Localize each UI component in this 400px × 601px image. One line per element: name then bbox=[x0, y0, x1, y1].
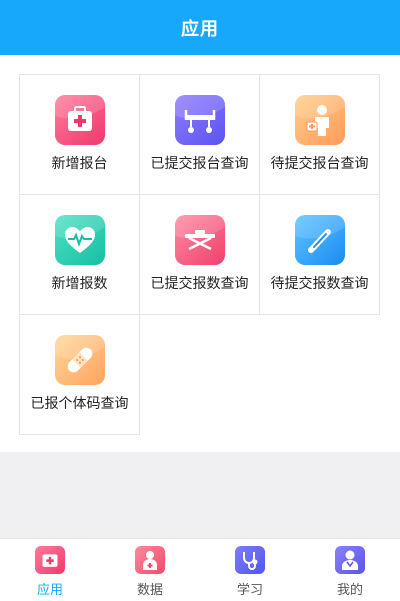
app-item-add-report-station[interactable]: 新增报台 bbox=[20, 75, 140, 195]
app-label: 已提交报台查询 bbox=[150, 156, 249, 172]
medical-kit-icon bbox=[35, 546, 65, 574]
app-item-add-report-count[interactable]: 新增报数 bbox=[20, 195, 140, 315]
tab-learning[interactable]: 学习 bbox=[200, 539, 300, 601]
heartbeat-icon bbox=[55, 215, 105, 265]
app-item-reported-code-query[interactable]: 已报个体码查询 bbox=[20, 315, 140, 435]
app-item-submitted-station-query[interactable]: 已提交报台查询 bbox=[140, 75, 260, 195]
medical-kit-icon bbox=[55, 95, 105, 145]
stethoscope-icon bbox=[235, 546, 265, 574]
bandage-icon bbox=[55, 335, 105, 385]
app-item-pending-count-query[interactable]: 待提交报数查询 bbox=[260, 195, 380, 315]
app-label: 新增报台 bbox=[51, 156, 108, 172]
gurney-icon bbox=[175, 95, 225, 145]
app-label: 已提交报数查询 bbox=[150, 276, 249, 292]
tab-profile[interactable]: 我的 bbox=[300, 539, 400, 601]
nurse-icon bbox=[135, 546, 165, 574]
page-title: 应用 bbox=[181, 18, 219, 40]
tab-data[interactable]: 数据 bbox=[100, 539, 200, 601]
tab-apps[interactable]: 应用 bbox=[0, 539, 100, 601]
app-label: 新增报数 bbox=[51, 276, 108, 292]
app-item-pending-station-query[interactable]: 待提交报台查询 bbox=[260, 75, 380, 195]
app-label: 待提交报数查询 bbox=[270, 276, 369, 292]
thermometer-icon bbox=[295, 215, 345, 265]
tab-label: 我的 bbox=[336, 583, 363, 598]
bottom-tab-bar: 应用 数据 学习 我的 bbox=[0, 538, 400, 601]
app-grid-panel: 新增报台 已提交报台查询 待提交报台查询 新增报数 已提交报数查询 待提交报数查… bbox=[0, 55, 400, 452]
doctor-icon bbox=[335, 546, 365, 574]
stretcher-icon bbox=[175, 215, 225, 265]
app-item-submitted-count-query[interactable]: 已提交报数查询 bbox=[140, 195, 260, 315]
app-grid: 新增报台 已提交报台查询 待提交报台查询 新增报数 已提交报数查询 待提交报数查… bbox=[19, 74, 380, 435]
app-header: 应用 bbox=[0, 0, 400, 55]
app-label: 已报个体码查询 bbox=[30, 396, 129, 412]
tab-label: 数据 bbox=[136, 583, 163, 598]
tab-label: 学习 bbox=[236, 583, 263, 598]
app-label: 待提交报台查询 bbox=[270, 156, 369, 172]
tab-label: 应用 bbox=[36, 583, 63, 598]
doctor-icon bbox=[295, 95, 345, 145]
